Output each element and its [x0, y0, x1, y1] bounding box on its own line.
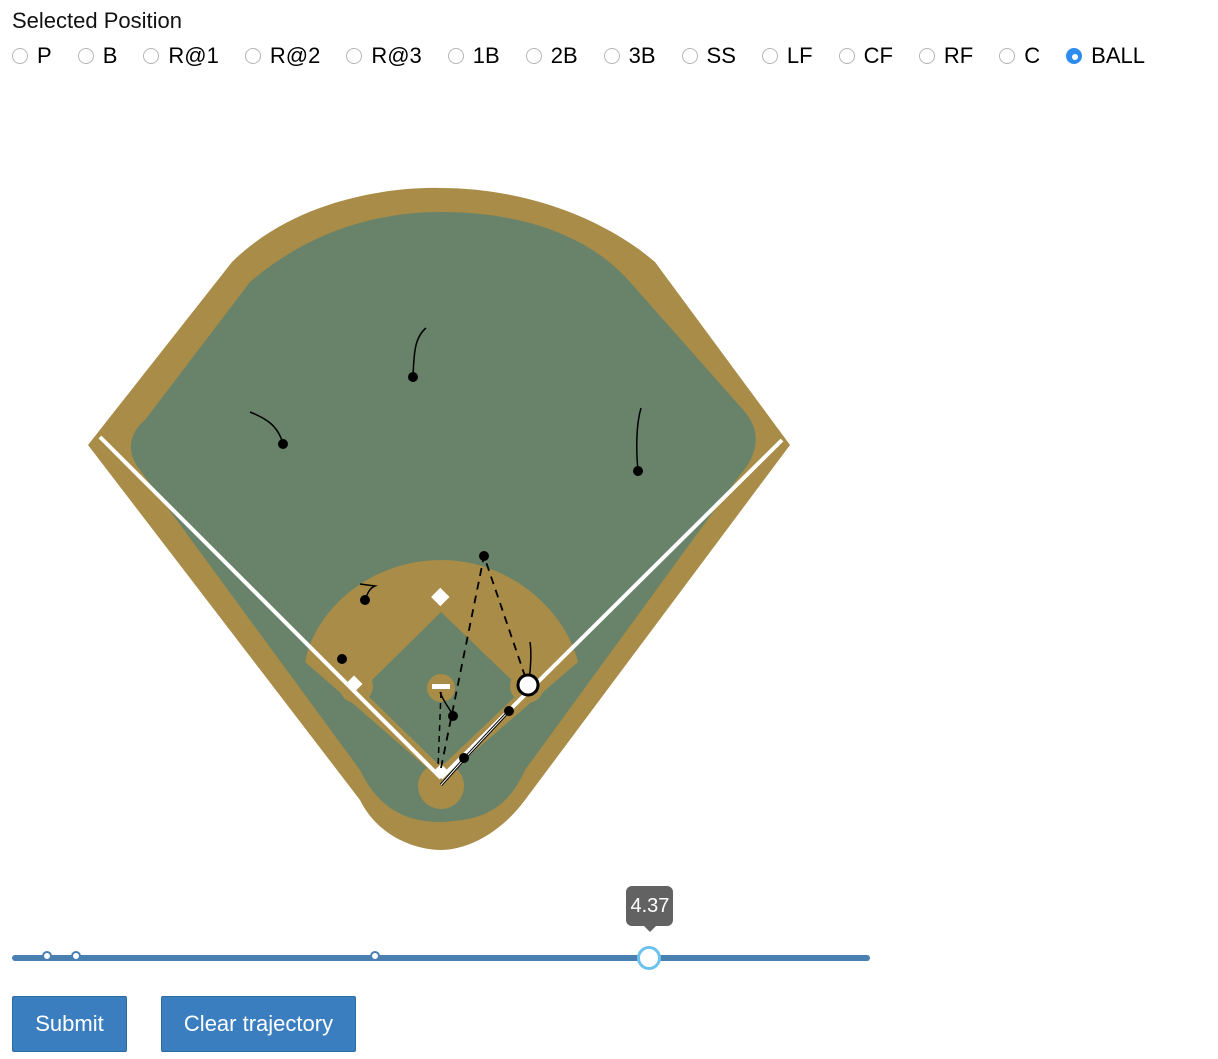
radio-button[interactable]: [999, 48, 1016, 64]
player-marker-runner[interactable]: [504, 706, 514, 716]
player-marker-lf[interactable]: [278, 439, 288, 449]
player-marker-ss[interactable]: [360, 595, 370, 605]
field-container: [0, 0, 900, 880]
player-marker-p[interactable]: [448, 711, 458, 721]
radio-label: BALL: [1091, 43, 1145, 68]
player-marker-3b[interactable]: [337, 654, 347, 664]
radio-label: C: [1024, 43, 1041, 68]
clear-trajectory-button[interactable]: Clear trajectory: [161, 996, 356, 1052]
radio-option-ball[interactable]: BALL: [1066, 42, 1145, 70]
app-root: Selected Position P B R@1 R@2 R@3 1B 2B 3B SS LF C…: [0, 0, 1218, 1059]
slider-handle[interactable]: [637, 946, 662, 970]
player-marker-2b[interactable]: [479, 551, 489, 561]
radio-label: RF: [943, 43, 974, 68]
radio-button[interactable]: [1066, 48, 1083, 64]
slider-value-tooltip: 4.37: [626, 886, 674, 932]
player-marker-c[interactable]: [459, 753, 469, 763]
baseball-field[interactable]: [0, 0, 900, 880]
player-marker-cf[interactable]: [408, 372, 418, 382]
ball-marker-selected[interactable]: [516, 673, 540, 697]
pitcher-rubber: [432, 684, 450, 689]
submit-button[interactable]: Submit: [12, 996, 127, 1052]
radio-option-rf[interactable]: RF: [918, 42, 974, 70]
keyframe-tick[interactable]: [369, 951, 380, 961]
radio-button[interactable]: [918, 48, 935, 64]
time-slider[interactable]: 4.37: [0, 880, 900, 980]
player-marker-rf[interactable]: [633, 466, 643, 476]
radio-option-c[interactable]: C: [999, 42, 1040, 70]
slider-track[interactable]: [12, 955, 870, 961]
